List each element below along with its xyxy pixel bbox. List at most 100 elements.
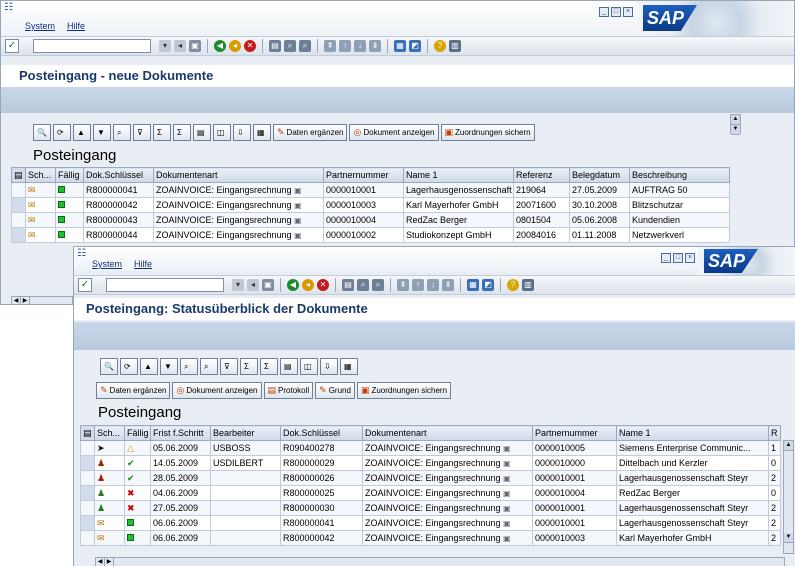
find-icon[interactable]: ⌕ [357,279,369,291]
col-processor[interactable]: Bearbeiter [210,425,281,441]
display-document-button[interactable]: ◎ Dokument anzeigen [349,123,439,141]
table-row[interactable]: ➤ △ 05.06.2009 USBOSS R090400278 ZOAINVO… [80,440,781,456]
log-button[interactable]: ▤ Protokoll [263,381,314,399]
back-arrow-icon[interactable]: ◂ [174,40,186,52]
horizontal-scrollbar[interactable]: ◀ ▶ [95,557,785,566]
table-row[interactable]: ✉ R800000041 ZOAINVOICE: Eingangsrechnun… [11,182,730,198]
table-row[interactable]: ✉ R800000042 ZOAINVOICE: Eingangsrechnun… [11,197,730,213]
layout-icon[interactable]: ▦ [253,123,271,141]
last-page-icon[interactable]: ⇟ [442,279,454,291]
last-page-icon[interactable]: ⇟ [369,40,381,52]
value-help-icon[interactable]: ▣ [503,444,511,453]
vertical-scrollbar[interactable]: ▲ ▼ [783,440,794,554]
subtotal-icon[interactable]: Σ [173,123,191,141]
value-help-icon[interactable]: ▣ [503,459,511,468]
menu-help[interactable]: Hilfe [134,259,152,269]
minimize-icon[interactable]: _ [661,253,671,263]
col-name[interactable]: Name 1 [403,167,514,183]
save-assignments-button[interactable]: ▣ Zuordnungen sichern [356,381,452,399]
scroll-up-icon[interactable]: ▲ [731,115,740,125]
scroll-track[interactable] [784,451,793,533]
horizontal-scrollbar[interactable]: ◀ ▶ [11,296,73,304]
value-help-icon[interactable]: ▣ [503,474,511,483]
layout-icon[interactable]: ▦ [340,357,358,375]
value-help-icon[interactable]: ▣ [503,519,511,528]
cancel-icon[interactable]: ✕ [244,40,256,52]
table-row[interactable]: ♟ ✔ 14.05.2009 USDILBERT R800000029 ZOAI… [80,455,781,471]
col-doc-key[interactable]: Dok.Schlüssel [83,167,154,183]
save-icon[interactable]: ▣ [189,40,201,52]
col-name[interactable]: Name 1 [616,425,769,441]
value-help-icon[interactable]: ▣ [294,201,302,210]
scroll-left-icon[interactable]: ◀ [12,297,21,304]
menu-icon[interactable]: ☷ [4,3,15,13]
reason-button[interactable]: ✎ Grund [315,381,355,399]
value-help-icon[interactable]: ▣ [294,231,302,240]
filter-icon[interactable]: ⊽ [220,357,238,375]
sum-icon[interactable]: Σ [153,123,171,141]
prev-page-icon[interactable]: ↑ [412,279,424,291]
col-description[interactable]: Beschreibung [629,167,730,183]
filter-icon[interactable]: ⊽ [133,123,151,141]
menu-icon[interactable]: ☷ [77,249,88,259]
back-icon[interactable]: ◀ [287,279,299,291]
views-icon[interactable]: ◫ [300,357,318,375]
value-help-icon[interactable]: ▣ [294,186,302,195]
back-arrow-icon[interactable]: ◂ [247,279,259,291]
col-doc-date[interactable]: Belegdatum [569,167,630,183]
next-page-icon[interactable]: ↓ [354,40,366,52]
scroll-up-icon[interactable]: ▲ [784,441,793,451]
export-icon[interactable]: ⇩ [233,123,251,141]
next-page-icon[interactable]: ↓ [427,279,439,291]
print-icon[interactable]: ▤ [342,279,354,291]
col-doc-type[interactable]: Dokumentenart [362,425,533,441]
maximize-icon[interactable]: □ [611,7,621,17]
command-field[interactable] [106,278,224,292]
new-session-icon[interactable]: ▦ [394,40,406,52]
value-help-icon[interactable]: ▣ [503,504,511,513]
prev-page-icon[interactable]: ↑ [339,40,351,52]
first-page-icon[interactable]: ⇞ [397,279,409,291]
value-help-icon[interactable]: ▣ [294,216,302,225]
scroll-down-icon[interactable]: ▼ [731,125,740,135]
close-icon[interactable]: × [685,253,695,263]
scroll-right-icon[interactable]: ▶ [21,297,30,304]
print-icon[interactable]: ▤ [193,123,211,141]
scroll-left-icon[interactable]: ◀ [96,558,105,566]
scroll-down-icon[interactable]: ▼ [784,533,793,543]
col-step-deadline[interactable]: Frist f.Schritt [150,425,211,441]
display-document-button[interactable]: ◎ Dokument anzeigen [172,381,262,399]
sort-desc-icon[interactable]: ▼ [160,357,178,375]
menu-system[interactable]: System [25,21,55,31]
table-row[interactable]: ✉ 06.06.2009 R800000041 ZOAINVOICE: Eing… [80,515,781,531]
col-doc-key[interactable]: Dok.Schlüssel [280,425,363,441]
layout-menu-icon[interactable]: ▥ [449,40,461,52]
sort-asc-icon[interactable]: ▲ [73,123,91,141]
find-icon[interactable]: ⌕ [180,357,198,375]
select-all-icon[interactable]: ▤ [80,425,95,441]
help-icon[interactable]: ? [507,279,519,291]
enter-icon[interactable]: ✓ [78,278,92,292]
scroll-right-icon[interactable]: ▶ [105,558,114,566]
print-icon[interactable]: ▤ [269,40,281,52]
refresh-icon[interactable]: ⟳ [53,123,71,141]
cancel-icon[interactable]: ✕ [317,279,329,291]
back-icon[interactable]: ◀ [214,40,226,52]
first-page-icon[interactable]: ⇞ [324,40,336,52]
new-session-icon[interactable]: ▦ [467,279,479,291]
find-icon[interactable]: ⌕ [113,123,131,141]
sort-desc-icon[interactable]: ▼ [93,123,111,141]
subtotal-icon[interactable]: Σ [260,357,278,375]
col-r[interactable]: R [768,425,781,441]
table-row[interactable]: ✉ 06.06.2009 R800000042 ZOAINVOICE: Eing… [80,530,781,546]
find-icon[interactable]: ⌕ [284,40,296,52]
col-due[interactable]: Fällig [55,167,84,183]
close-icon[interactable]: × [623,7,633,17]
table-row[interactable]: ♟ ✔ 28.05.2009 R800000026 ZOAINVOICE: Ei… [80,470,781,486]
sort-asc-icon[interactable]: ▲ [140,357,158,375]
find-next-icon[interactable]: ⌕ [200,357,218,375]
find-next-icon[interactable]: ⌕ [372,279,384,291]
save-icon[interactable]: ▣ [262,279,274,291]
dropdown-icon[interactable]: ▾ [159,40,171,52]
complete-data-button[interactable]: ✎ Daten ergänzen [96,381,171,399]
